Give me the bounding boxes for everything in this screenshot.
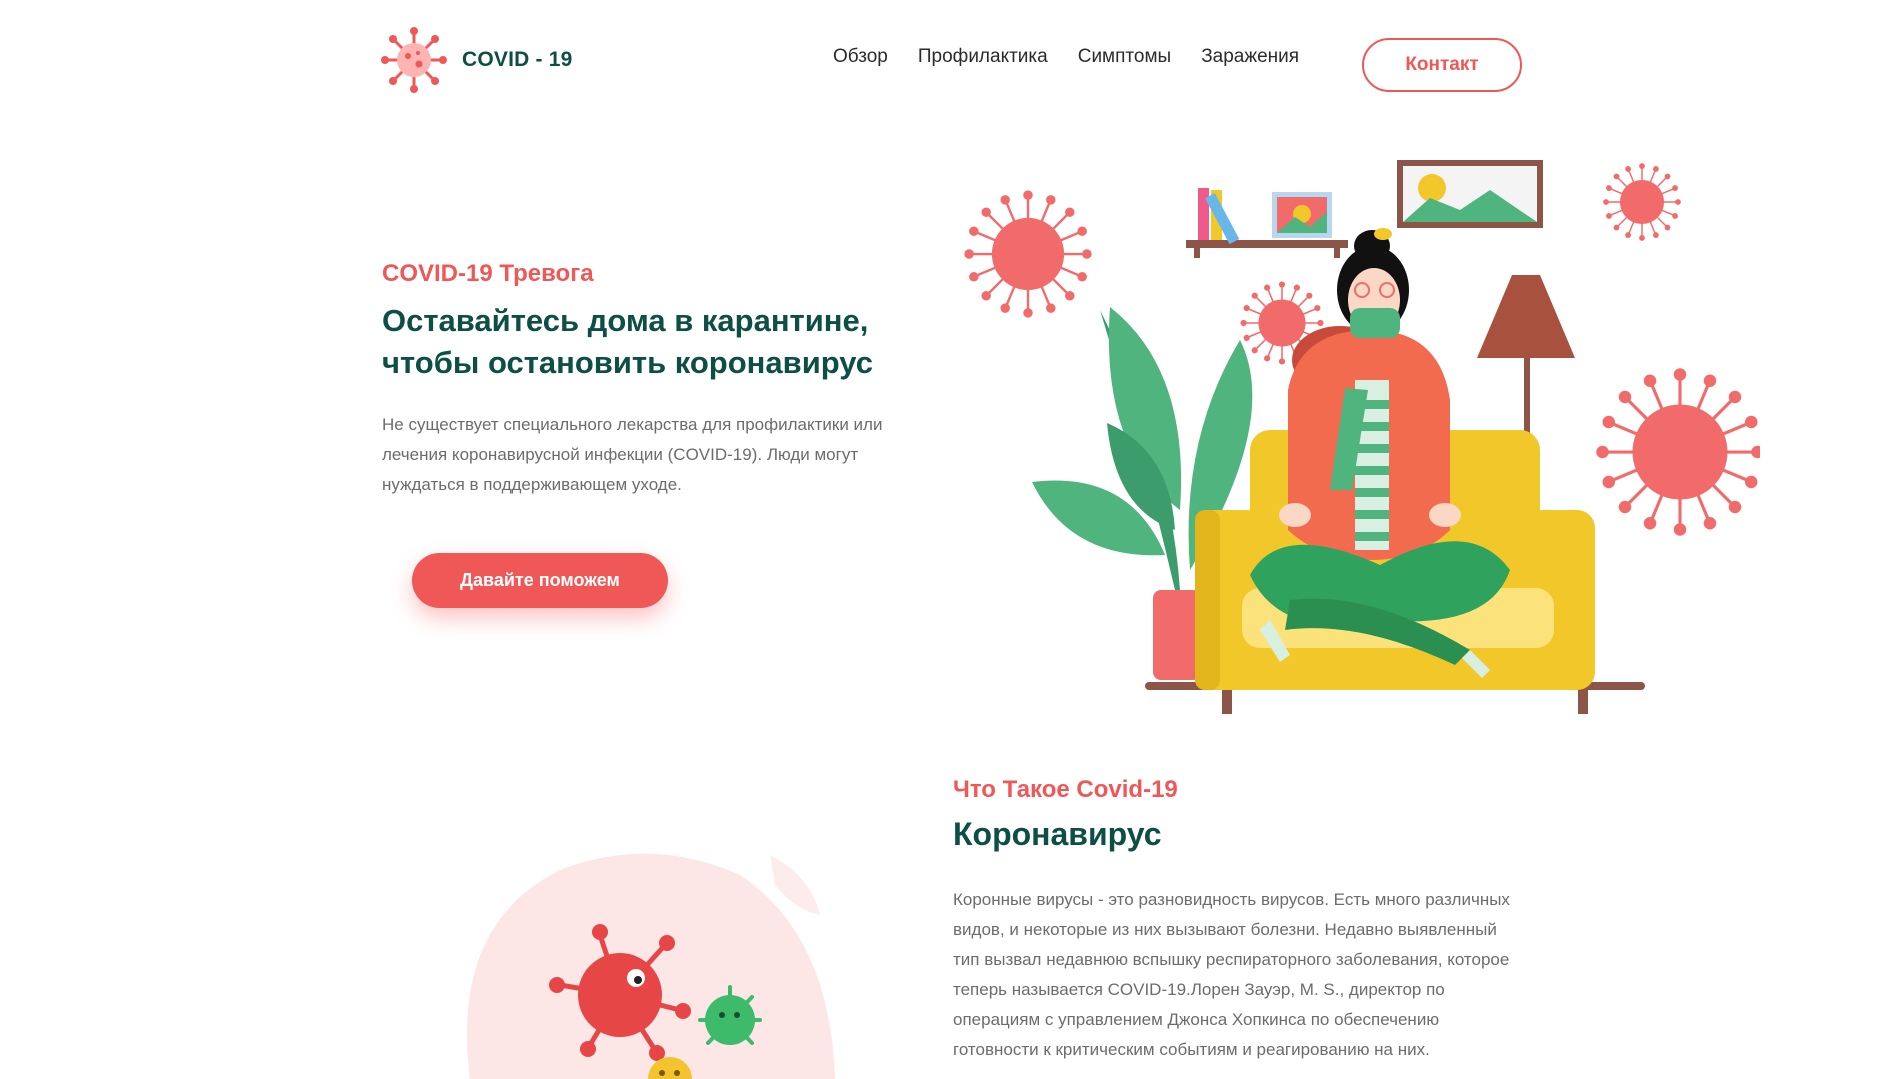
virus-icon <box>963 189 1093 319</box>
hero-title: Оставайтесь дома в карантине, чтобы оста… <box>382 303 873 380</box>
virus-cells-illustration <box>466 853 835 1079</box>
virus-icon <box>1602 162 1682 242</box>
contact-button[interactable]: Контакт <box>1362 38 1522 92</box>
bookshelf <box>1186 188 1348 258</box>
about-title: Коронавирус <box>953 816 1162 852</box>
nav-item-prevention[interactable]: Профилактика <box>918 46 1048 68</box>
virus-icon <box>1594 366 1760 538</box>
nav-item-overview[interactable]: Обзор <box>833 46 888 68</box>
site-header: COVID - 19 Обзор Профилактика Симптомы З… <box>0 0 1896 130</box>
help-button[interactable]: Давайте поможем <box>412 553 668 608</box>
about-eyebrow: Что Такое Covid-19 <box>953 776 1178 803</box>
brand-name: COVID - 19 <box>462 48 573 71</box>
nav-item-infections[interactable]: Заражения <box>1201 46 1299 68</box>
main-nav: Обзор Профилактика Симптомы Заражения <box>833 46 1299 68</box>
virus-icon <box>381 27 447 93</box>
quarantine-illustration <box>963 160 1760 714</box>
hero-eyebrow: COVID-19 Тревога <box>382 260 594 287</box>
logo[interactable]: COVID - 19 <box>380 26 573 94</box>
hero-description: Не существует специального лекарства для… <box>382 415 883 494</box>
about-description: Коронные вирусы - это разновидность виру… <box>953 890 1510 1059</box>
nav-item-symptoms[interactable]: Симптомы <box>1078 46 1171 68</box>
wall-picture <box>1397 160 1543 228</box>
